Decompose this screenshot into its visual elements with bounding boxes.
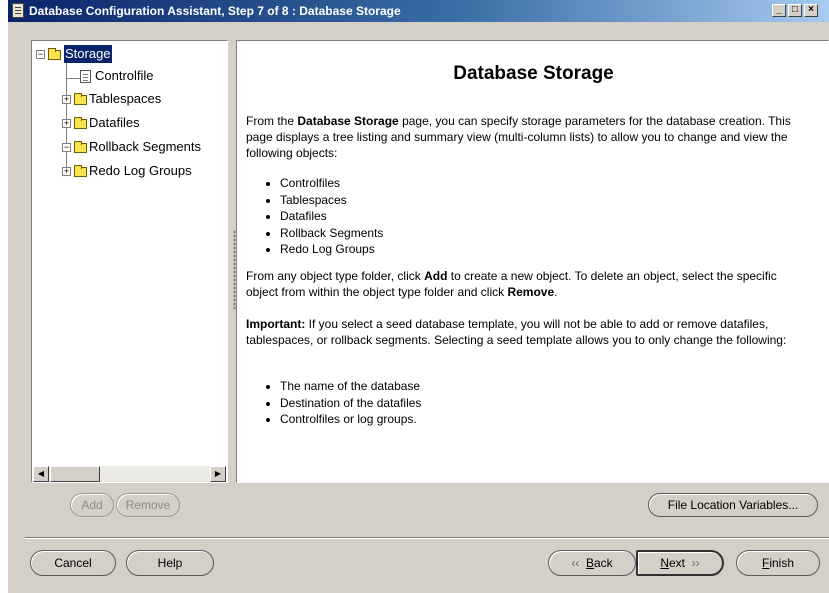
window-title: Database Configuration Assistant, Step 7…	[29, 4, 401, 18]
next-mnemonic: N	[660, 556, 669, 570]
expand-icon[interactable]: +	[62, 167, 71, 176]
next-label: ext	[668, 556, 685, 570]
tree-item-tablespaces[interactable]: + Tablespaces	[62, 90, 212, 108]
tree-item-label: Tablespaces	[89, 91, 162, 106]
folder-open-icon	[74, 141, 87, 153]
objects-list: Controlfiles Tablespaces Datafiles Rollb…	[246, 175, 383, 258]
text-bold: Database Storage	[297, 114, 399, 128]
help-panel: Database Storage From the Database Stora…	[236, 40, 829, 483]
help-paragraph-intro: From the Database Storage page, you can …	[246, 113, 812, 161]
remove-button[interactable]: Remove	[116, 493, 180, 517]
tree-item-label: Storage	[64, 45, 112, 63]
help-paragraph-add-remove: From any object type folder, click Add t…	[246, 268, 812, 300]
text: From the	[246, 114, 298, 128]
dca-window: Database Configuration Assistant, Step 7…	[8, 0, 829, 593]
expand-icon[interactable]: +	[62, 95, 71, 104]
separator	[25, 537, 829, 539]
next-button[interactable]: Next ››	[636, 550, 724, 576]
add-button[interactable]: Add	[70, 493, 114, 517]
tree-item-label: Rollback Segments	[89, 139, 201, 154]
finish-button[interactable]: Finish	[736, 550, 820, 576]
storage-tree[interactable]: − Storage Controlfile + Tablespaces + Da…	[31, 40, 228, 483]
text: .	[554, 285, 558, 299]
chevron-right-icon: ››	[691, 556, 700, 570]
folder-icon	[74, 117, 87, 129]
folder-icon	[74, 93, 87, 105]
back-label: ack	[594, 556, 613, 570]
list-item: The name of the database	[280, 378, 421, 395]
collapse-icon[interactable]: −	[62, 143, 71, 152]
expand-icon[interactable]: +	[62, 119, 71, 128]
tree-horizontal-scrollbar[interactable]: ◀ ▶	[33, 466, 226, 482]
help-heading: Database Storage	[453, 63, 614, 84]
back-mnemonic: B	[585, 556, 594, 570]
list-item: Datafiles	[280, 208, 383, 225]
list-item: Controlfiles	[280, 175, 383, 192]
title-bar[interactable]: Database Configuration Assistant, Step 7…	[8, 0, 829, 22]
scroll-right-icon[interactable]: ▶	[210, 466, 226, 482]
text-bold: Add	[424, 269, 448, 283]
list-item: Redo Log Groups	[280, 241, 383, 258]
text-bold: Remove	[507, 285, 555, 299]
collapse-icon[interactable]: −	[36, 50, 45, 59]
maximize-button[interactable]: □	[788, 4, 802, 17]
back-button[interactable]: ‹‹ Back	[548, 550, 636, 576]
list-item: Tablespaces	[280, 192, 383, 209]
text: From any object type folder, click	[246, 269, 425, 283]
close-button[interactable]: ×	[804, 4, 818, 17]
list-item: Destination of the datafiles	[280, 395, 421, 412]
tree-item-label: Redo Log Groups	[89, 163, 192, 178]
tree-item-label: Datafiles	[89, 115, 140, 130]
list-item: Controlfiles or log groups.	[280, 411, 421, 428]
minimize-button[interactable]: _	[772, 4, 786, 17]
tree-item-redo-log-groups[interactable]: + Redo Log Groups	[62, 162, 222, 180]
scroll-left-icon[interactable]: ◀	[33, 466, 49, 482]
tree-item-datafiles[interactable]: + Datafiles	[62, 114, 212, 132]
help-paragraph-important: Important: If you select a seed database…	[246, 316, 812, 348]
file-location-variables-button[interactable]: File Location Variables...	[648, 493, 818, 517]
app-document-icon	[12, 3, 24, 18]
file-icon	[80, 70, 91, 83]
help-button[interactable]: Help	[126, 550, 214, 576]
text-bold: Important:	[246, 317, 306, 331]
tree-item-rollback-segments[interactable]: − Rollback Segments	[62, 138, 222, 156]
folder-open-icon	[48, 48, 61, 60]
list-item: Rollback Segments	[280, 225, 383, 242]
finish-label: inish	[769, 556, 795, 570]
cancel-button[interactable]: Cancel	[30, 550, 116, 576]
tree-item-storage[interactable]: − Storage	[36, 45, 216, 63]
tree-item-label: Controlfile	[95, 68, 154, 83]
seed-template-list: The name of the database Destination of …	[246, 378, 421, 428]
folder-icon	[74, 165, 87, 177]
chevron-left-icon: ‹‹	[571, 556, 580, 570]
text: If you select a seed database template, …	[246, 317, 787, 347]
tree-item-controlfile[interactable]: Controlfile	[68, 67, 208, 85]
scroll-thumb[interactable]	[50, 466, 100, 482]
